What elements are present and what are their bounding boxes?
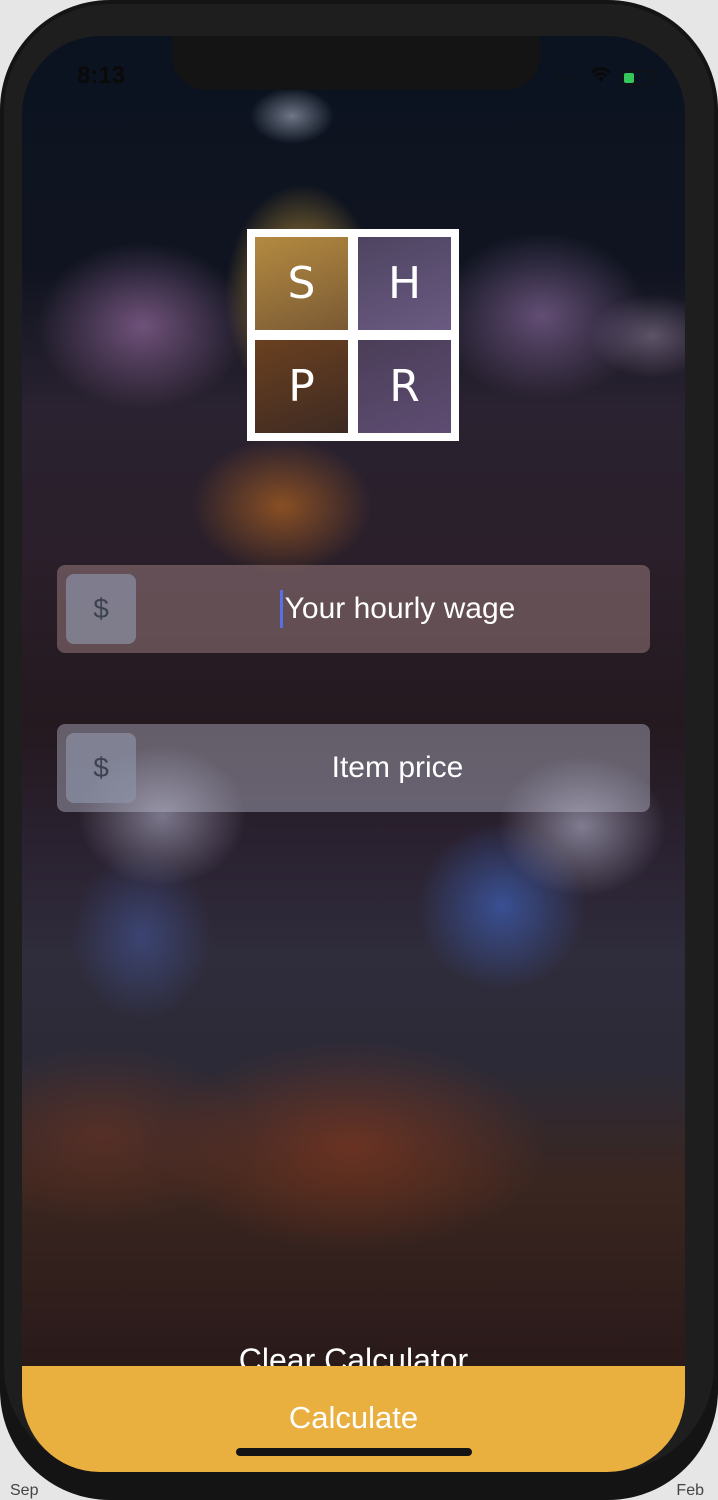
logo-letter-p: P (255, 340, 348, 433)
logo-letter-r: R (358, 340, 451, 433)
status-time: 8:13 (77, 62, 126, 89)
wage-currency-prefix: $ (66, 574, 136, 644)
item-price-input[interactable]: Item price (145, 724, 650, 812)
calculate-label: Calculate (288, 1400, 419, 1435)
calculate-button[interactable]: Calculate (22, 1366, 685, 1472)
battery-icon (621, 69, 658, 86)
phone-frame: 8:13 S H P R $ Your hourly wage $ Item p… (0, 0, 718, 1500)
cursor-caret-icon (279, 590, 283, 628)
home-indicator[interactable] (236, 1448, 472, 1456)
wifi-icon (589, 66, 613, 89)
hourly-wage-input[interactable]: Your hourly wage (145, 565, 650, 653)
signal-icon (556, 75, 581, 80)
desktop-label-right: Feb (676, 1482, 704, 1499)
app-logo: S H P R (247, 229, 459, 441)
hourly-wage-placeholder: Your hourly wage (284, 592, 516, 625)
hourly-wage-field[interactable]: $ Your hourly wage (57, 565, 650, 653)
price-currency-prefix: $ (66, 733, 136, 803)
notch (172, 36, 540, 90)
logo-letter-h: H (358, 237, 451, 330)
desktop-label-left: Sep (10, 1482, 39, 1499)
app-screen: 8:13 S H P R $ Your hourly wage $ Item p… (22, 36, 685, 1472)
battery-level (624, 72, 634, 83)
logo-letter-s: S (255, 237, 348, 330)
item-price-field[interactable]: $ Item price (57, 724, 650, 812)
item-price-placeholder: Item price (331, 751, 464, 784)
status-icons (556, 66, 658, 89)
